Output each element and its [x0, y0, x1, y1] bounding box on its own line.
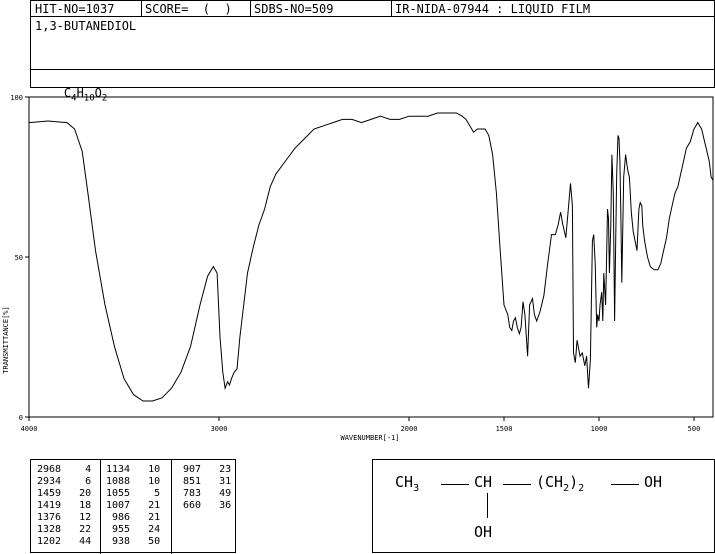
- x-tick-label: 500: [688, 425, 701, 433]
- header-separator: [141, 1, 142, 17]
- x-tick-label: 3000: [211, 425, 228, 433]
- peak-row: 1419 18: [37, 500, 92, 511]
- bond-line: [441, 484, 469, 485]
- formula-box: C4H10O2: [30, 69, 715, 103]
- y-tick-label: 100: [10, 94, 23, 102]
- peak-row: 1202 44: [37, 536, 92, 547]
- x-axis-label: WAVENUMBER[-1]: [340, 434, 399, 442]
- header-separator: [250, 1, 251, 17]
- ir-spectrum-id: IR-NIDA-07944 : LIQUID FILM: [395, 2, 591, 16]
- sdbs-number: SDBS-NO=509: [254, 2, 334, 16]
- peak-row: 2934 6: [37, 476, 92, 487]
- peak-column: 907 23 851 31 783 49 660 36: [177, 464, 231, 512]
- bond-line: [503, 484, 531, 485]
- peak-row: 851 31: [177, 476, 232, 487]
- structure-oh-end: OH: [644, 473, 663, 491]
- x-tick-label: 2000: [401, 425, 418, 433]
- peak-row: 783 49: [177, 488, 232, 499]
- y-axis-label: TRANSMITTANCE[%]: [2, 306, 10, 373]
- structure-ch3: CH3: [395, 473, 420, 494]
- peak-row: 660 36: [177, 500, 232, 511]
- peak-row: 1459 20: [37, 488, 92, 499]
- peak-column: 2968 4 2934 6 1459 20 1419 18 1376 12 1328 22…: [37, 464, 91, 548]
- hit-number: HIT-NO=1037: [35, 2, 115, 16]
- peak-row: 986 21: [106, 512, 161, 523]
- peak-row: 1328 22: [37, 524, 92, 535]
- header-bar: HIT-NO=1037 SCORE= ( ) SDBS-NO=509 IR-NI…: [30, 0, 715, 17]
- peak-row: 1376 12: [37, 512, 92, 523]
- x-tick-label: 4000: [21, 425, 38, 433]
- structure-ch: CH: [474, 473, 493, 491]
- peak-row: 1134 10: [106, 464, 161, 475]
- y-tick-label: 0: [19, 414, 23, 422]
- x-tick-label: 1000: [591, 425, 608, 433]
- peak-row: 1088 10: [106, 476, 161, 487]
- compound-name: 1,3-BUTANEDIOL: [35, 19, 137, 33]
- peak-row: 955 24: [106, 524, 161, 535]
- header-separator: [391, 1, 392, 17]
- plot-frame: [28, 96, 714, 418]
- y-tick-label: 50: [15, 254, 23, 262]
- peak-table: 2968 4 2934 6 1459 20 1419 18 1376 12 1328 22…: [30, 459, 236, 554]
- peak-column: 1134 10 1088 10 1055 5 1007 21 986 21 955 2…: [106, 464, 160, 548]
- ir-spectrum-chart: 0 50 100 4000 3000 2000 1500 1000 500 TRANSMITT…: [2, 94, 714, 442]
- peak-row: 907 23: [177, 464, 232, 475]
- peak-row: 938 50: [106, 536, 161, 547]
- bond-line: [611, 484, 639, 485]
- peak-row: 2968 4: [37, 464, 92, 475]
- x-tick-label: 1500: [496, 425, 513, 433]
- table-divider: [100, 460, 101, 554]
- structure-ch2-group: (CH2)2: [536, 473, 585, 494]
- structure-oh-bottom: OH: [474, 523, 493, 541]
- peak-row: 1055 5: [106, 488, 161, 499]
- table-divider: [171, 460, 172, 554]
- transmittance-line: [28, 112, 714, 402]
- score: SCORE= ( ): [145, 2, 232, 16]
- compound-name-box: 1,3-BUTANEDIOL: [30, 16, 715, 70]
- structure-box: CH3 CH (CH2)2 OH OH: [372, 459, 715, 553]
- peak-row: 1007 21: [106, 500, 161, 511]
- bond-line: [487, 493, 488, 518]
